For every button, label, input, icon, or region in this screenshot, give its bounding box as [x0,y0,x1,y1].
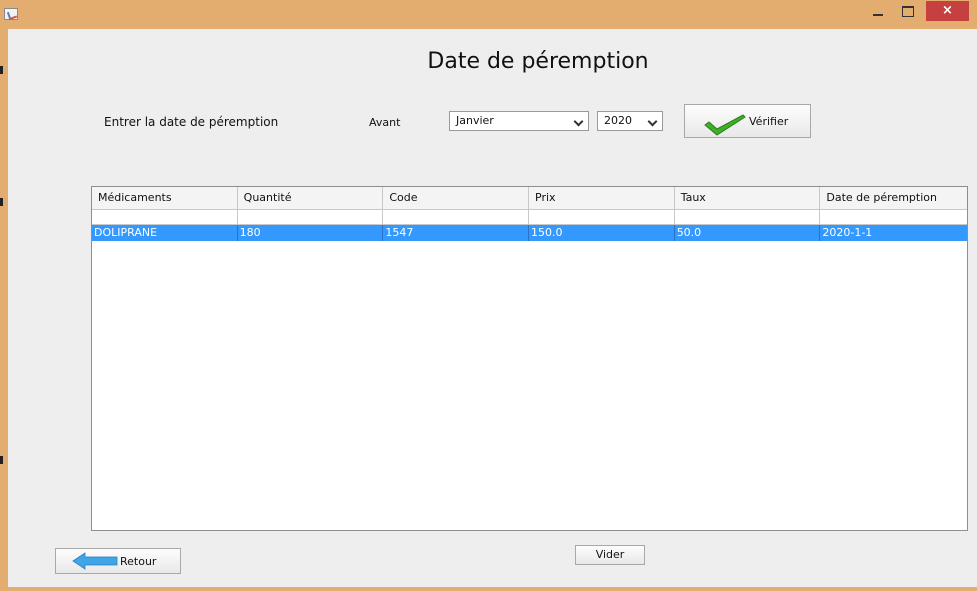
window-bottom-border [0,587,977,591]
filter-cell[interactable] [820,210,967,224]
border-tick [0,456,3,464]
border-tick [0,198,3,206]
main-panel: Date de péremption Entrer la date de pér… [8,29,977,587]
clear-button[interactable]: Vider [575,545,645,565]
filter-cell[interactable] [529,210,675,224]
month-select-value: Janvier [456,114,494,127]
table-cell[interactable]: 50.0 [675,225,821,241]
filter-cell[interactable] [92,210,238,224]
expiry-date-prompt: Entrer la date de péremption [104,115,279,129]
filter-cell[interactable] [675,210,821,224]
check-icon [704,114,746,136]
table-cell[interactable]: 1547 [383,225,530,241]
verify-button[interactable]: Vérifier [684,104,811,138]
year-select-value: 2020 [604,114,632,127]
app-icon[interactable] [4,8,18,20]
filter-cell[interactable] [383,210,530,224]
year-select[interactable]: 2020 [597,111,663,131]
back-button[interactable]: Retour [55,548,181,574]
column-header[interactable]: Médicaments [92,187,238,209]
filter-cell[interactable] [238,210,384,224]
window-left-border [0,29,8,591]
chevron-down-icon [573,116,584,127]
column-header[interactable]: Quantité [238,187,384,209]
table-cell[interactable]: 180 [238,225,384,241]
border-tick [0,66,3,74]
column-header[interactable]: Date de péremption [820,187,967,209]
table-cell[interactable]: 2020-1-1 [820,225,967,241]
column-header[interactable]: Prix [529,187,675,209]
page-title: Date de péremption [427,49,649,74]
chevron-down-icon [647,116,658,127]
minimize-icon[interactable] [866,1,890,23]
table-header: Médicaments Quantité Code Prix Taux Date… [92,187,967,210]
medication-table: Médicaments Quantité Code Prix Taux Date… [91,186,968,531]
close-button[interactable]: × [926,1,969,21]
verify-button-label: Vérifier [749,115,789,128]
window-title-bar: × [0,0,977,29]
maximize-icon[interactable] [896,1,920,23]
table-row[interactable]: DOLIPRANE 180 1547 150.0 50.0 2020-1-1 [92,225,967,241]
month-select[interactable]: Janvier [449,111,589,131]
back-button-label: Retour [120,555,157,568]
before-label: Avant [369,116,401,129]
table-filter-row [92,210,967,225]
left-arrow-icon [72,552,118,570]
table-cell[interactable]: 150.0 [529,225,675,241]
table-cell[interactable]: DOLIPRANE [92,225,238,241]
column-header[interactable]: Code [383,187,530,209]
column-header[interactable]: Taux [675,187,821,209]
